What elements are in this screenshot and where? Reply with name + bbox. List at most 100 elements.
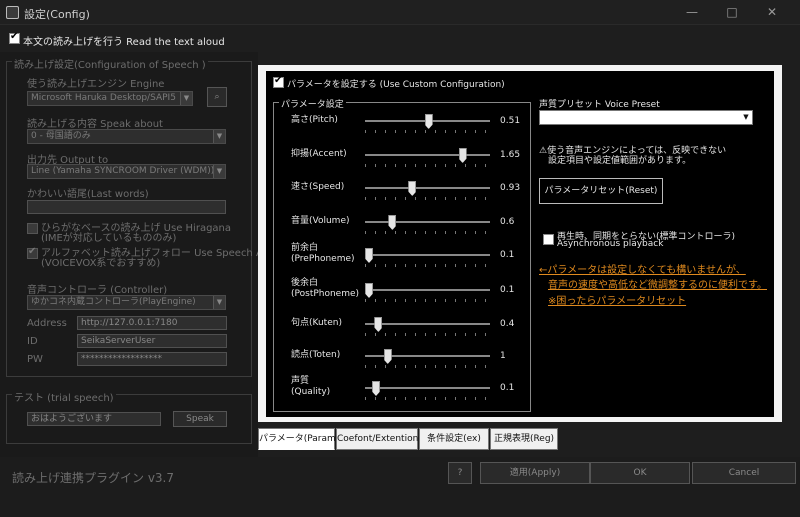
- slider-label-text: 後余白: [291, 278, 319, 288]
- engine-label: 使う読み上げエンジン Engine: [27, 79, 165, 90]
- hiragana-checkbox[interactable]: [27, 223, 38, 234]
- slider-value: 0.1: [500, 285, 515, 295]
- slider-value: 0.93: [500, 183, 521, 193]
- address-label: Address: [27, 318, 67, 329]
- slider-label-text: 音量(Volume): [291, 216, 350, 226]
- last-words-input[interactable]: [27, 200, 226, 214]
- chevron-down-icon: ▼: [213, 296, 225, 309]
- output-select[interactable]: Line (Yamaha SYNCROOM Driver (WDM)) ▼: [27, 164, 226, 179]
- cancel-button[interactable]: Cancel: [692, 462, 796, 484]
- slider-track[interactable]: [365, 387, 490, 389]
- slider-track[interactable]: [365, 154, 490, 156]
- slider-ticks: [365, 397, 490, 400]
- slider-value: 0.51: [500, 116, 521, 126]
- chevron-down-icon: ▼: [740, 111, 752, 124]
- tab-param[interactable]: パラメータ(Param): [258, 428, 339, 450]
- speech-assist-note: (VOICEVOX系でおすすめ): [41, 258, 161, 269]
- engine-search-button[interactable]: ⌕: [207, 87, 227, 107]
- controller-select[interactable]: ゆかコネ内蔵コントローラ(PlayEngine) ▼: [27, 295, 226, 310]
- slider-label: 高さ(Pitch): [291, 115, 338, 126]
- slider-track[interactable]: [365, 289, 490, 291]
- chevron-down-icon: ▼: [213, 165, 225, 178]
- voice-preset-label: 声質プリセット Voice Preset: [539, 100, 660, 110]
- slider-label: 抑揚(Accent): [291, 149, 347, 160]
- minimize-button[interactable]: —: [672, 2, 712, 22]
- slider-label-subtext: (PrePhoneme): [291, 254, 355, 264]
- voice-preset-select[interactable]: ▼: [539, 110, 753, 125]
- read-aloud-label: 本文の読み上げを行う Read the text aloud: [23, 37, 225, 48]
- slider-label-subtext: (Quality): [291, 387, 331, 397]
- slider-label: 句点(Kuten): [291, 318, 342, 329]
- slider-label-text: 高さ(Pitch): [291, 115, 338, 125]
- speech-assist-checkbox[interactable]: [27, 246, 38, 259]
- slider-value: 0.4: [500, 319, 515, 329]
- trial-speech-title: テスト (trial speech): [12, 389, 116, 404]
- last-words-label: かわいい語尾(Last words): [27, 189, 149, 200]
- slider-value: 1.65: [500, 150, 521, 160]
- pw-label: PW: [27, 354, 43, 365]
- trial-speech-input[interactable]: おはようございます: [27, 412, 161, 426]
- async-playback-sublabel: Asynchronous playback: [557, 239, 664, 249]
- pw-input[interactable]: ******************: [77, 352, 227, 366]
- ok-button[interactable]: OK: [590, 462, 690, 484]
- help-button[interactable]: ?: [448, 462, 472, 484]
- apply-button[interactable]: 適用(Apply): [480, 462, 590, 484]
- slider-label: 前余白 (PrePhoneme): [291, 243, 355, 265]
- chevron-down-icon: ▼: [213, 130, 225, 143]
- slider-label: 音量(Volume): [291, 216, 350, 227]
- slider-ticks: [365, 231, 490, 234]
- chevron-down-icon: ▼: [180, 92, 192, 105]
- engine-select[interactable]: Microsoft Haruka Desktop/SAPI5 ▼: [27, 91, 193, 106]
- async-playback-checkbox[interactable]: [543, 234, 554, 245]
- slider-label: 速さ(Speed): [291, 182, 344, 193]
- slider-label-text: 速さ(Speed): [291, 182, 345, 192]
- slider-label-text: 句点(Kuten): [291, 318, 342, 328]
- custom-config-label: パラメータを設定する (Use Custom Configuration): [287, 80, 505, 90]
- hint-line-1[interactable]: ←パラメータは設定しなくても構いませんが、: [539, 261, 746, 276]
- maximize-button[interactable]: □: [712, 2, 752, 22]
- hint-line-2[interactable]: 音声の速度や高低など微調整するのに便利です。: [548, 276, 767, 291]
- read-aloud-checkbox[interactable]: [9, 31, 20, 44]
- slider-label-text: 前余白: [291, 243, 319, 253]
- speak-button[interactable]: Speak: [173, 411, 227, 427]
- hiragana-note: (IMEが対応しているもののみ): [41, 233, 177, 244]
- slider-track[interactable]: [365, 254, 490, 256]
- tab-coefont-extention[interactable]: Coefont/Extention: [336, 428, 418, 450]
- controller-label: 音声コントローラ (Controller): [27, 285, 168, 296]
- slider-label-text: 声質: [291, 376, 310, 386]
- param-settings-title: パラメータ設定: [279, 97, 346, 110]
- slider-value: 1: [500, 351, 506, 361]
- title-bar: 設定(Config) — □ ✕: [0, 0, 800, 25]
- app-icon: [6, 6, 19, 19]
- id-input[interactable]: SeikaServerUser: [77, 334, 227, 348]
- speak-about-label: 読み上げる内容 Speak about: [27, 119, 163, 130]
- slider-ticks: [365, 264, 490, 267]
- param-reset-button[interactable]: パラメータリセット(Reset): [539, 178, 663, 204]
- custom-config-checkbox[interactable]: [273, 75, 284, 88]
- close-button[interactable]: ✕: [752, 2, 792, 22]
- slider-track[interactable]: [365, 323, 490, 325]
- slider-ticks: [365, 197, 490, 200]
- slider-track[interactable]: [365, 221, 490, 223]
- slider-label-subtext: (PostPhoneme): [291, 289, 360, 299]
- slider-value: 0.6: [500, 217, 515, 227]
- tab-regex[interactable]: 正規表現(Reg): [490, 428, 558, 450]
- slider-label-text: 抑揚(Accent): [291, 149, 347, 159]
- slider-ticks: [365, 299, 490, 302]
- slider-label: 読点(Toten): [291, 350, 340, 361]
- tab-condition[interactable]: 条件設定(ex): [419, 428, 489, 450]
- hint-reset-link[interactable]: ※困ったらパラメータリセット: [548, 292, 686, 307]
- slider-label: 後余白 (PostPhoneme): [291, 278, 359, 300]
- search-icon: ⌕: [214, 92, 220, 102]
- slider-ticks: [365, 365, 490, 368]
- speak-about-select[interactable]: 0 - 母国語のみ ▼: [27, 129, 226, 144]
- slider-ticks: [365, 130, 490, 133]
- address-input[interactable]: http://127.0.0.1:7180: [77, 316, 227, 330]
- speech-settings-title: 読み上げ設定(Configuration of Speech ): [12, 56, 208, 71]
- slider-value: 0.1: [500, 383, 515, 393]
- slider-ticks: [365, 164, 490, 167]
- slider-track[interactable]: [365, 187, 490, 189]
- slider-label: 声質 (Quality): [291, 376, 330, 398]
- plugin-version: 読み上げ連携プラグイン v3.7: [12, 471, 175, 485]
- slider-value: 0.1: [500, 250, 515, 260]
